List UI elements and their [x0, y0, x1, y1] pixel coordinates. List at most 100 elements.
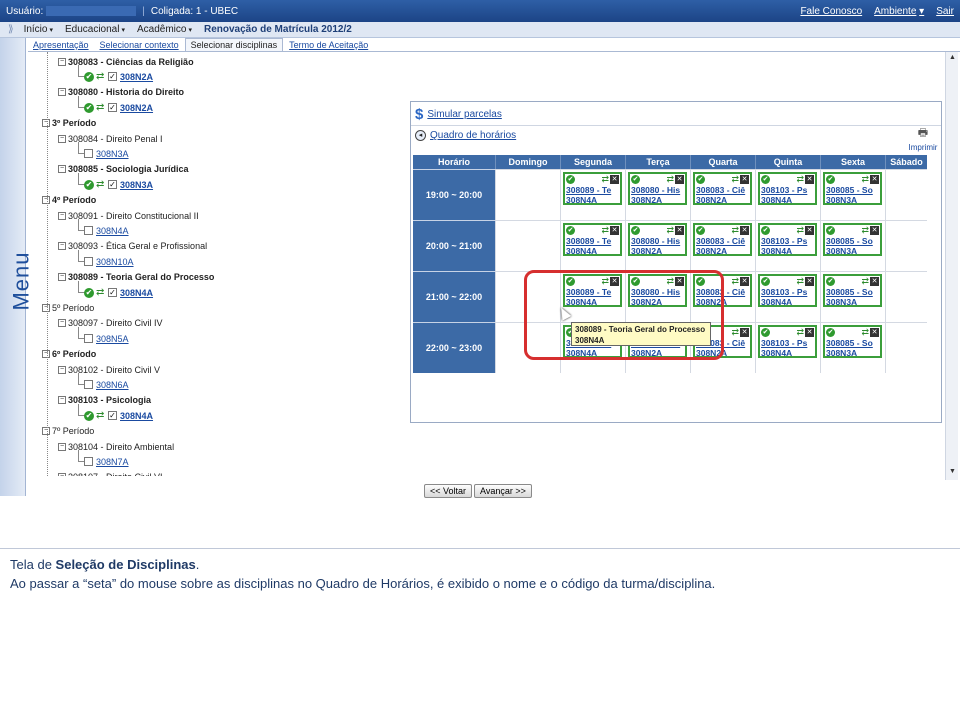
- card-turma-code[interactable]: 308N4A: [565, 246, 620, 254]
- remove-icon[interactable]: ✕: [805, 175, 814, 184]
- class-card[interactable]: ✔ ⇄ ✕ 308103 - Ps 308N4A: [758, 223, 817, 256]
- turma-link[interactable]: 308N3A: [120, 180, 153, 190]
- class-card[interactable]: ✔ ⇄✕308083 - Ciê308N2A: [693, 223, 752, 256]
- sair-link[interactable]: Sair: [936, 6, 954, 17]
- turma-link[interactable]: 308N5A: [96, 334, 129, 344]
- collapse-icon[interactable]: −: [58, 319, 66, 328]
- turma-checkbox[interactable]: [84, 149, 93, 159]
- swap-icon[interactable]: ⇄: [731, 328, 739, 337]
- turma-link[interactable]: 308N4A: [120, 411, 153, 421]
- imprimir-button[interactable]: 🖶 Imprimir: [905, 124, 941, 152]
- schedule-cell[interactable]: ✔ ⇄ ✕ 308103 - Ps 308N4A: [755, 169, 820, 220]
- collapse-icon[interactable]: −: [58, 365, 66, 374]
- remove-icon[interactable]: ✕: [870, 175, 879, 184]
- remove-icon[interactable]: ✕: [610, 175, 619, 184]
- collapse-icon[interactable]: −: [58, 473, 66, 476]
- swap-icon[interactable]: ⇄: [96, 287, 106, 298]
- swap-icon[interactable]: ⇄: [96, 102, 106, 113]
- card-discipline-code[interactable]: 308085 - So: [825, 236, 880, 246]
- swap-icon[interactable]: ⇄: [96, 71, 106, 82]
- menu-inicio[interactable]: Início ▾: [24, 24, 53, 35]
- card-discipline-code[interactable]: 308085 - So: [825, 287, 880, 297]
- card-discipline-code[interactable]: 308080 - His: [630, 185, 685, 195]
- swap-icon[interactable]: ⇄: [861, 175, 869, 184]
- voltar-button[interactable]: << Voltar: [424, 484, 473, 498]
- swap-icon[interactable]: ⇄: [666, 175, 674, 184]
- tab-apresentacao[interactable]: Apresentação: [28, 39, 94, 51]
- collapse-icon[interactable]: −: [58, 211, 66, 220]
- vertical-scrollbar[interactable]: ▲ ▼: [945, 52, 958, 480]
- remove-icon[interactable]: ✕: [740, 175, 749, 184]
- class-card[interactable]: ✔ ⇄✕308080 - His308N2A: [628, 172, 687, 205]
- ambiente-menu[interactable]: Ambiente ▾: [874, 6, 924, 17]
- collapse-icon[interactable]: −: [42, 303, 50, 312]
- swap-icon[interactable]: ⇄: [861, 277, 869, 286]
- turma-checkbox[interactable]: [84, 226, 93, 236]
- tab-selecionar-contexto[interactable]: Selecionar contexto: [95, 39, 184, 51]
- remove-icon[interactable]: ✕: [675, 226, 684, 235]
- swap-icon[interactable]: ⇄: [731, 175, 739, 184]
- swap-icon[interactable]: ⇄: [796, 328, 804, 337]
- turma-link[interactable]: 308N2A: [120, 103, 153, 113]
- collapse-icon[interactable]: −: [58, 242, 66, 251]
- collapse-icon[interactable]: −: [42, 196, 50, 205]
- card-turma-code[interactable]: 308N4A: [565, 195, 620, 203]
- class-card[interactable]: ✔ ⇄✕308089 - Te308N4A: [563, 223, 622, 256]
- turma-link[interactable]: 308N4A: [96, 226, 129, 236]
- class-card[interactable]: ✔ ⇄ ✕ 308085 - So 308N3A: [823, 172, 882, 205]
- class-card[interactable]: ✔ ⇄✕308080 - His308N2A: [628, 223, 687, 256]
- remove-icon[interactable]: ✕: [675, 175, 684, 184]
- turma-checkbox[interactable]: ✓: [108, 103, 117, 113]
- card-turma-code[interactable]: 308N2A: [695, 246, 750, 254]
- class-card[interactable]: ✔ ⇄ ✕ 308085 - So 308N3A: [823, 325, 882, 358]
- quadro-horarios-link[interactable]: Quadro de horários: [430, 130, 516, 141]
- menu-academico[interactable]: Acadêmico ▾: [137, 24, 192, 35]
- collapse-icon[interactable]: −: [42, 350, 50, 359]
- turma-checkbox[interactable]: ✓: [108, 288, 117, 297]
- remove-icon[interactable]: ✕: [805, 226, 814, 235]
- schedule-cell[interactable]: ✔ ⇄ ✕ 308103 - Ps 308N4A: [755, 220, 820, 271]
- class-card[interactable]: ✔ ⇄ ✕ 308085 - So 308N3A: [823, 223, 882, 256]
- turma-checkbox[interactable]: [84, 257, 93, 267]
- side-menu[interactable]: Menu: [0, 38, 34, 496]
- schedule-cell[interactable]: ✔ ⇄✕308080 - His308N2A: [625, 220, 690, 271]
- tab-selecionar-disciplinas[interactable]: Selecionar disciplinas: [184, 38, 284, 51]
- simular-parcelas[interactable]: $ Simular parcelas: [415, 106, 502, 123]
- card-discipline-code[interactable]: 308089 - Te: [565, 185, 620, 195]
- card-turma-code[interactable]: 308N4A: [760, 246, 815, 254]
- tab-termo-aceitacao[interactable]: Termo de Aceitação: [284, 39, 373, 51]
- turma-checkbox[interactable]: ✓: [108, 180, 117, 190]
- card-turma-code[interactable]: 308N3A: [825, 348, 880, 356]
- swap-icon[interactable]: ⇄: [796, 277, 804, 286]
- card-turma-code[interactable]: 308N2A: [630, 195, 685, 203]
- swap-icon[interactable]: ⇄: [861, 226, 869, 235]
- turma-checkbox[interactable]: ✓: [108, 411, 117, 421]
- card-discipline-code[interactable]: 308103 - Ps: [760, 338, 815, 348]
- turma-checkbox[interactable]: [84, 380, 93, 390]
- card-discipline-code[interactable]: 308085 - So: [825, 338, 880, 348]
- swap-icon[interactable]: ⇄: [96, 410, 106, 421]
- remove-icon[interactable]: ✕: [740, 226, 749, 235]
- remove-icon[interactable]: ✕: [740, 277, 749, 286]
- card-turma-code[interactable]: 308N4A: [760, 195, 815, 203]
- swap-icon[interactable]: ⇄: [861, 328, 869, 337]
- collapse-icon[interactable]: −: [58, 88, 66, 97]
- card-turma-code[interactable]: 308N3A: [825, 297, 880, 305]
- card-discipline-code[interactable]: 308103 - Ps: [760, 236, 815, 246]
- turma-link[interactable]: 308N7A: [96, 457, 129, 467]
- schedule-cell[interactable]: ✔ ⇄✕308080 - His308N2A: [625, 169, 690, 220]
- scroll-down-icon[interactable]: ▼: [947, 468, 958, 478]
- collapse-icon[interactable]: −: [58, 442, 66, 451]
- swap-icon[interactable]: ⇄: [731, 277, 739, 286]
- card-discipline-code[interactable]: 308083 - Ciê: [695, 236, 750, 246]
- schedule-cell[interactable]: ✔ ⇄✕308089 - Te308N4A: [560, 169, 625, 220]
- quadro-horarios[interactable]: ◂ Quadro de horários: [415, 130, 516, 141]
- card-discipline-code[interactable]: 308103 - Ps: [760, 287, 815, 297]
- swap-icon[interactable]: ⇄: [96, 179, 106, 190]
- class-card[interactable]: ✔ ⇄ ✕ 308103 - Ps 308N4A: [758, 172, 817, 205]
- class-card[interactable]: ✔ ⇄✕308089 - Te308N4A: [563, 172, 622, 205]
- card-turma-code[interactable]: 308N2A: [695, 195, 750, 203]
- card-turma-code[interactable]: 308N3A: [825, 246, 880, 254]
- card-turma-code[interactable]: 308N4A: [760, 297, 815, 305]
- card-discipline-code[interactable]: 308083 - Ciê: [695, 185, 750, 195]
